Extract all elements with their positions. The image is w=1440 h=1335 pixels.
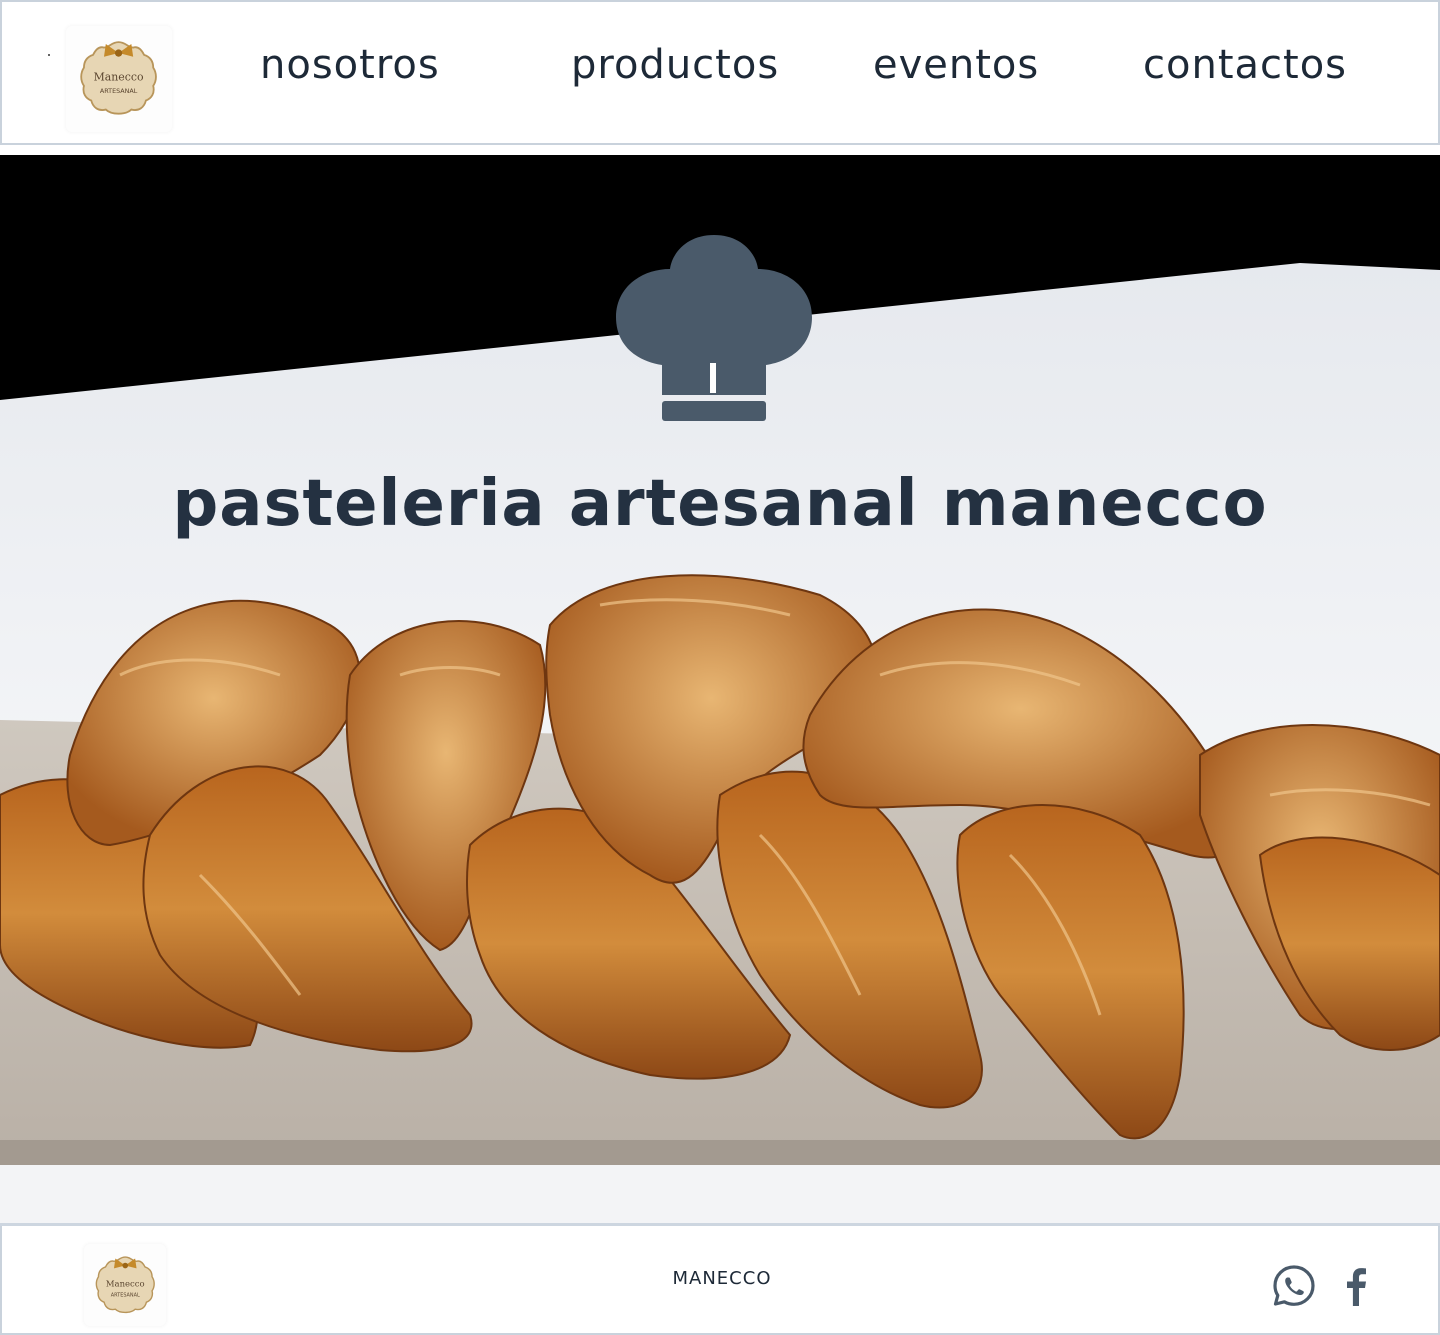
nav-link-productos[interactable]: productos — [571, 42, 779, 88]
hero-title: pasteleria artesanal manecco — [172, 467, 1268, 541]
chef-hat-icon — [616, 235, 812, 421]
facebook-icon[interactable] — [1334, 1264, 1378, 1308]
nav-link-nosotros[interactable]: nosotros — [260, 42, 440, 88]
svg-text:Manecco: Manecco — [94, 71, 144, 84]
whatsapp-icon[interactable] — [1272, 1264, 1316, 1308]
hero-section: pasteleria artesanal manecco — [0, 155, 1440, 1223]
svg-text:ARTESANAL: ARTESANAL — [100, 88, 138, 96]
svg-text:Manecco: Manecco — [106, 1278, 145, 1288]
decorative-dot — [48, 54, 50, 56]
footer-brand-name: MANECCO — [672, 1268, 772, 1289]
nav-link-eventos[interactable]: eventos — [873, 42, 1039, 88]
manecco-logo: Manecco ARTESANAL — [95, 1256, 155, 1313]
nav-link-contactos[interactable]: contactos — [1143, 42, 1347, 88]
footer-logo-link[interactable]: Manecco ARTESANAL — [84, 1244, 166, 1326]
manecco-logo: Manecco ARTESANAL — [80, 41, 158, 116]
site-header: Manecco ARTESANAL nosotros productos eve… — [0, 0, 1440, 145]
svg-text:ARTESANAL: ARTESANAL — [111, 1292, 140, 1298]
logo-link[interactable]: Manecco ARTESANAL — [66, 26, 172, 132]
site-footer: MANECCO — [0, 1226, 1440, 1335]
